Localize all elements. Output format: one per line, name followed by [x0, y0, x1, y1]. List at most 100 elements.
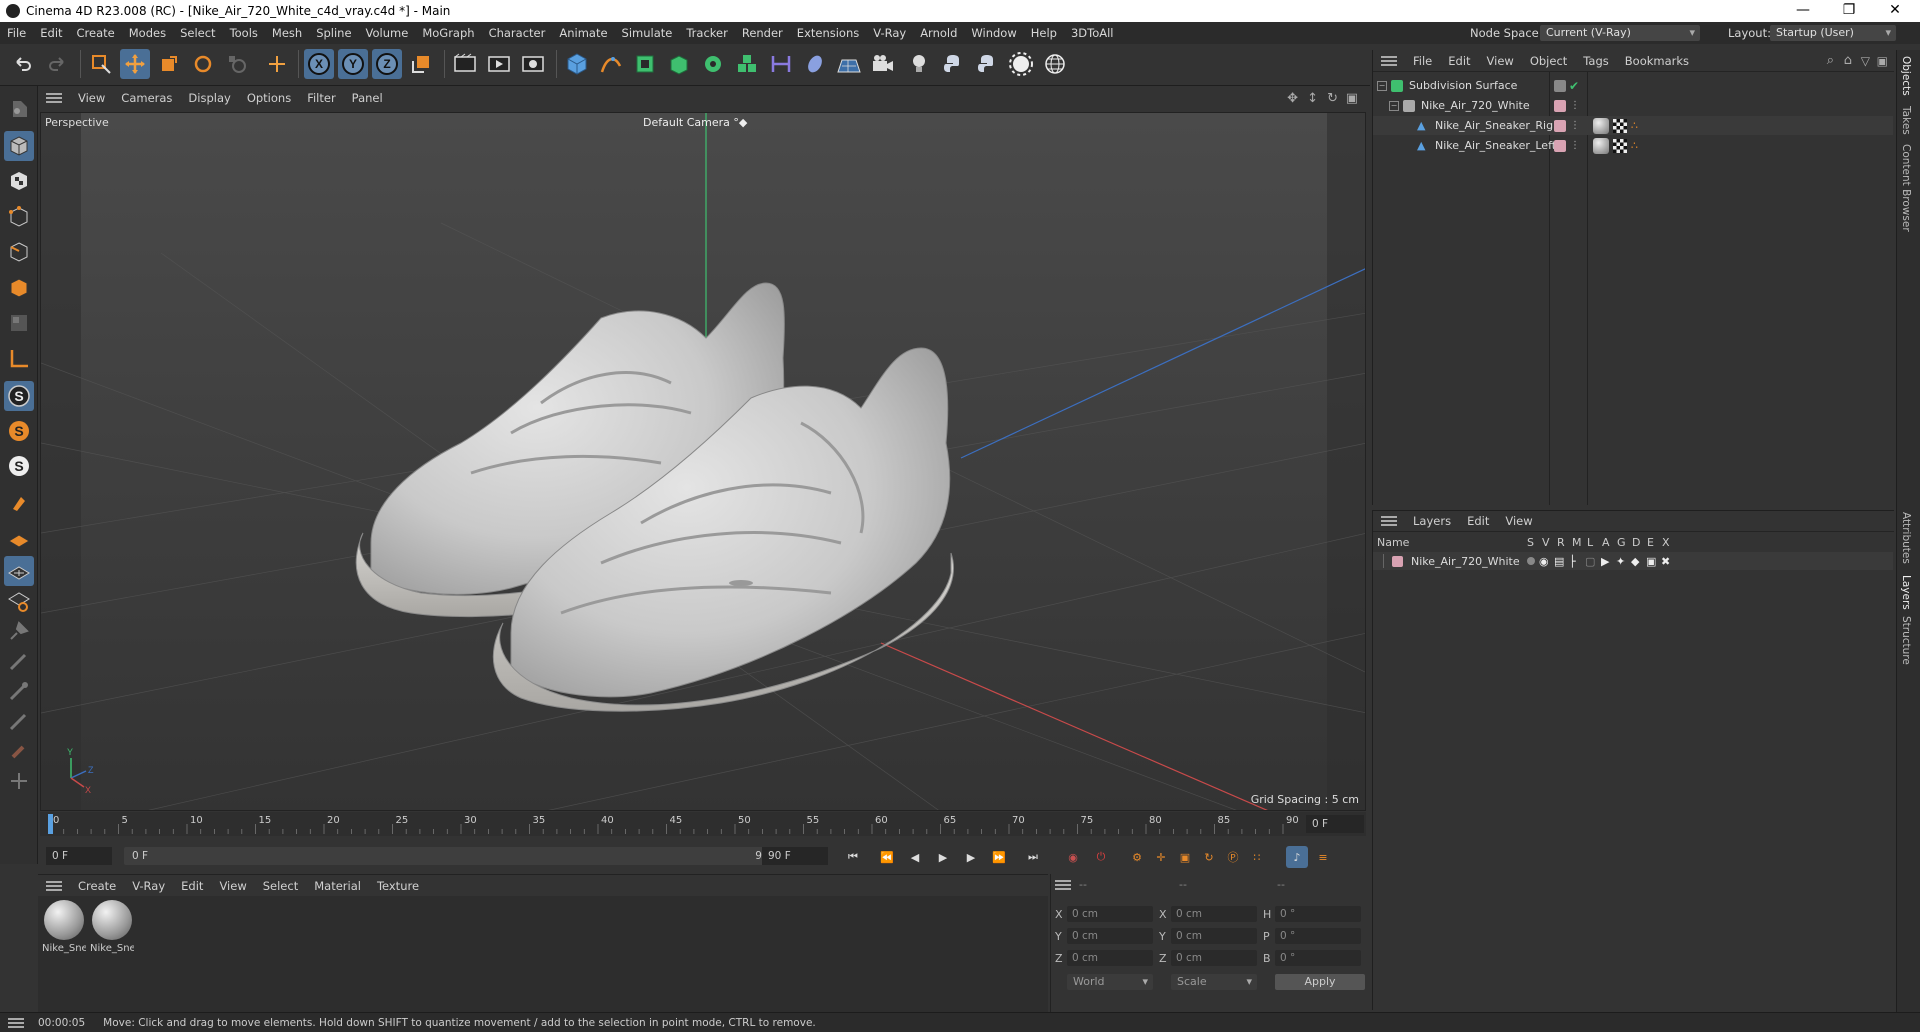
coordinate-mode-dropdown[interactable]: World [1067, 974, 1153, 990]
menu-modes[interactable]: Modes [122, 26, 173, 40]
recent-tools-icon[interactable] [222, 49, 252, 79]
viewport-rotate-icon[interactable]: ↻ [1327, 91, 1338, 106]
undo-icon[interactable] [8, 49, 38, 79]
animation-play-icon[interactable]: ▶ [1601, 555, 1609, 568]
layout-dropdown[interactable]: Startup (User) [1770, 25, 1896, 41]
close-button[interactable]: ✕ [1872, 0, 1918, 22]
start-frame-field[interactable]: 0 F [46, 847, 112, 865]
size-x-field[interactable]: 0 cm [1171, 906, 1257, 922]
layer-menu-view[interactable]: View [1497, 514, 1540, 528]
menu-mograph[interactable]: MoGraph [415, 26, 481, 40]
render-settings-icon[interactable] [518, 49, 548, 79]
previous-frame-icon[interactable]: ◀ [904, 846, 926, 868]
generator-icon[interactable]: ✦ [1616, 555, 1625, 568]
viewport-menu-view[interactable]: View [70, 91, 113, 105]
edges-mode-icon[interactable] [4, 237, 34, 267]
layer-flag-render[interactable]: R [1557, 536, 1565, 549]
object-menu-edit[interactable]: Edit [1440, 54, 1478, 68]
snap-icon[interactable]: S [4, 381, 34, 411]
phong-tag-icon[interactable]: ∴ [1631, 139, 1638, 152]
expression-icon[interactable]: ▣ [1646, 555, 1656, 568]
tab-takes[interactable]: Takes [1900, 106, 1912, 135]
object-menu-tags[interactable]: Tags [1575, 54, 1616, 68]
current-frame-field[interactable]: 0 F [1306, 815, 1364, 833]
xref-icon[interactable]: ✖ [1661, 555, 1670, 568]
menu-file[interactable]: File [0, 26, 33, 40]
viewport-menu-icon[interactable] [46, 93, 62, 103]
brush-tool-icon[interactable] [4, 736, 34, 766]
go-to-end-icon[interactable]: ⏭ [1022, 846, 1044, 868]
viewport-menu-filter[interactable]: Filter [299, 91, 343, 105]
previous-key-icon[interactable]: ⏪ [876, 846, 898, 868]
layer-flag-xref[interactable]: X [1662, 536, 1670, 549]
material-tag-icon[interactable] [1593, 117, 1609, 134]
layer-menu-layers[interactable]: Layers [1405, 514, 1459, 528]
object-row[interactable]: − Nike_Air_720_White ⋮ [1373, 96, 1893, 115]
locked-workplane-icon[interactable] [4, 556, 34, 586]
menu-tools[interactable]: Tools [223, 26, 265, 40]
size-mode-dropdown[interactable]: Scale [1171, 974, 1257, 990]
render-picture-viewer-icon[interactable] [484, 49, 514, 79]
light-icon[interactable] [904, 49, 934, 79]
status-menu-icon[interactable] [8, 1017, 24, 1028]
material-thumb[interactable]: Nike_Sne [42, 900, 86, 954]
material-menu-material[interactable]: Material [306, 879, 369, 893]
viewport-camera-label[interactable]: Default Camera °◆ [643, 116, 747, 129]
tweak-mode-icon[interactable] [4, 488, 34, 518]
pos-y-field[interactable]: 0 cm [1067, 928, 1153, 944]
render-clapper-icon[interactable]: ▤ [1554, 555, 1564, 568]
layer-flag-deformers[interactable]: D [1632, 536, 1640, 549]
size-z-field[interactable]: 0 cm [1171, 950, 1257, 966]
mograph-cloner-icon[interactable] [698, 49, 728, 79]
deformer-icon[interactable]: ◆ [1631, 555, 1639, 568]
z-axis-lock-icon[interactable]: Z [372, 49, 402, 79]
move-tool-icon[interactable] [120, 49, 150, 79]
collapse-toggle-icon[interactable]: − [1389, 100, 1399, 111]
material-menu-edit[interactable]: Edit [173, 879, 211, 893]
object-row[interactable]: ▲ Nike_Air_Sneaker_Left ⋮ ∴ [1373, 136, 1893, 155]
key-parameter-icon[interactable]: Ⓟ [1222, 846, 1244, 868]
axis-mode-icon[interactable] [4, 344, 34, 374]
new-panel-icon[interactable]: ▣ [1877, 54, 1888, 68]
menu-help[interactable]: Help [1024, 26, 1064, 40]
viewport-maximize-icon[interactable]: ▣ [1346, 91, 1358, 106]
maximize-button[interactable]: ❐ [1826, 0, 1872, 22]
uv-mode-icon[interactable] [4, 308, 34, 338]
key-position-icon[interactable]: ✛ [1150, 846, 1172, 868]
menu-character[interactable]: Character [482, 26, 553, 40]
key-rotation-icon[interactable]: ↻ [1198, 846, 1220, 868]
object-menu-view[interactable]: View [1479, 54, 1522, 68]
menu-3dtoall[interactable]: 3DToAll [1064, 26, 1121, 40]
end-frame-field[interactable]: 90 F [762, 847, 828, 865]
layer-row[interactable]: Nike_Air_720_White ◉ ▤ ├ ▢ ▶ ✦ ◆ ▣ ✖ [1373, 552, 1893, 570]
tab-layers[interactable]: Layers [1900, 575, 1912, 610]
visibility-dots-icon[interactable]: ⋮ [1570, 120, 1580, 131]
viewport-move-icon[interactable]: ✥ [1287, 91, 1298, 106]
visibility-dots-icon[interactable]: ⋮ [1570, 140, 1580, 151]
menu-tracker[interactable]: Tracker [679, 26, 735, 40]
x-axis-lock-icon[interactable]: X [304, 49, 334, 79]
next-key-icon[interactable]: ⏩ [988, 846, 1010, 868]
menu-vray[interactable]: V-Ray [866, 26, 913, 40]
pos-x-field[interactable]: 0 cm [1067, 906, 1153, 922]
keyframe-selection-icon[interactable]: ⚙ [1126, 846, 1148, 868]
material-menu-vray[interactable]: V-Ray [124, 879, 173, 893]
key-pla-icon[interactable]: ∷ [1246, 846, 1268, 868]
lock-icon[interactable]: ▢ [1585, 555, 1595, 568]
visibility-dots-icon[interactable]: ⋮ [1570, 100, 1580, 111]
layer-flag-expressions[interactable]: E [1647, 536, 1654, 549]
texture-mode-icon[interactable] [4, 166, 34, 196]
material-tag-icon[interactable] [1593, 137, 1609, 154]
planar-workplane-icon[interactable] [4, 586, 34, 616]
menu-edit[interactable]: Edit [33, 26, 69, 40]
go-to-start-icon[interactable]: ⏮ [842, 846, 864, 868]
layer-flag-manager[interactable]: M [1572, 536, 1582, 549]
paint-tool-icon[interactable] [4, 616, 34, 646]
layer-menu-icon[interactable] [1381, 516, 1397, 526]
knife-tool-icon[interactable] [4, 646, 34, 676]
3d-viewport[interactable]: Y Z X Perspective Default Camera °◆ Grid… [40, 112, 1366, 811]
home-icon[interactable]: ⌂ [1844, 53, 1852, 68]
coords-menu-icon[interactable] [1055, 880, 1071, 890]
search-icon[interactable]: ⌕ [1827, 53, 1834, 68]
polygons-mode-icon[interactable] [4, 273, 34, 303]
